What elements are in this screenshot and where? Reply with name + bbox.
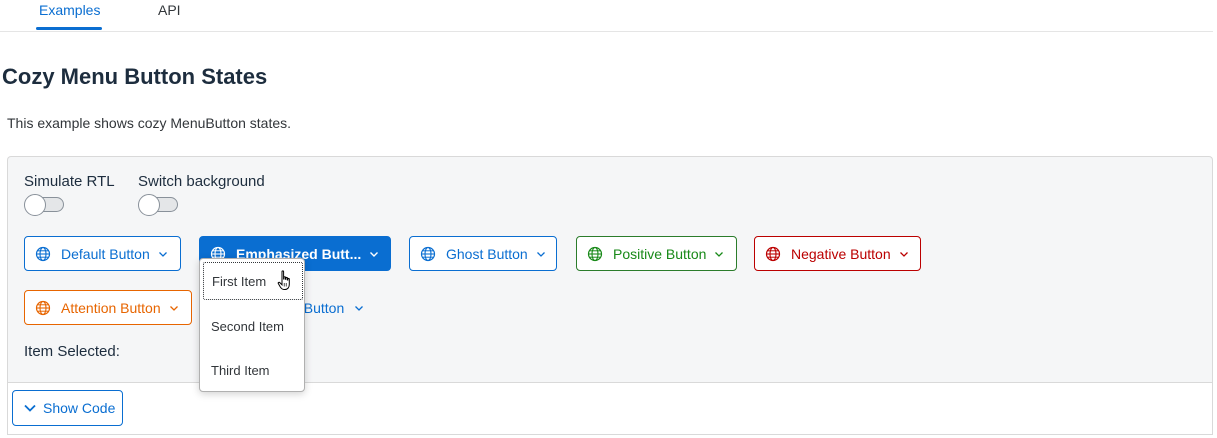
tab-bar: Examples API bbox=[0, 0, 1213, 32]
show-code-label: Show Code bbox=[43, 400, 116, 416]
switch-background-switch[interactable] bbox=[138, 194, 179, 216]
globe-icon bbox=[420, 246, 436, 261]
negative-menu-button[interactable]: Negative Button bbox=[754, 236, 921, 271]
ghost-button-label: Ghost Button bbox=[446, 245, 528, 262]
globe-icon bbox=[35, 300, 51, 315]
page-title: Cozy Menu Button States bbox=[2, 64, 268, 89]
chevron-down-icon bbox=[536, 251, 545, 257]
attention-button-label: Attention Button bbox=[61, 299, 161, 316]
globe-icon bbox=[35, 246, 51, 261]
switch-knob bbox=[24, 194, 46, 216]
tab-active-indicator bbox=[36, 27, 102, 30]
negative-button-label: Negative Button bbox=[791, 245, 891, 262]
switch-background-label: Switch background bbox=[138, 173, 265, 190]
chevron-down-icon bbox=[169, 305, 178, 311]
tab-api[interactable]: API bbox=[158, 0, 181, 32]
chevron-down-icon bbox=[355, 305, 364, 311]
positive-menu-button[interactable]: Positive Button bbox=[576, 236, 737, 271]
positive-button-label: Positive Button bbox=[613, 245, 707, 262]
switch-knob bbox=[138, 194, 160, 216]
ghost-menu-button[interactable]: Ghost Button bbox=[409, 236, 557, 271]
simulate-rtl-switch[interactable] bbox=[24, 194, 65, 216]
transparent-menu-button[interactable]: t Button bbox=[296, 290, 386, 325]
code-toolbar bbox=[7, 382, 1213, 435]
chevron-down-icon bbox=[24, 404, 36, 412]
page-description: This example shows cozy MenuButton state… bbox=[7, 115, 292, 131]
chevron-down-icon bbox=[715, 251, 724, 257]
globe-icon bbox=[587, 246, 603, 261]
show-code-button[interactable]: Show Code bbox=[12, 390, 123, 426]
chevron-down-icon bbox=[899, 251, 908, 257]
menu-item-second[interactable]: Second Item bbox=[203, 306, 303, 346]
globe-icon bbox=[765, 246, 781, 261]
chevron-down-icon bbox=[158, 251, 167, 257]
item-selected-label: Item Selected: bbox=[24, 343, 120, 360]
pointer-hand-cursor bbox=[277, 270, 290, 290]
menu-item-third[interactable]: Third Item bbox=[203, 350, 303, 390]
chevron-down-icon bbox=[370, 251, 379, 257]
attention-menu-button[interactable]: Attention Button bbox=[24, 290, 192, 325]
simulate-rtl-label: Simulate RTL bbox=[24, 173, 115, 190]
default-menu-button[interactable]: Default Button bbox=[24, 236, 181, 271]
default-button-label: Default Button bbox=[61, 245, 150, 262]
